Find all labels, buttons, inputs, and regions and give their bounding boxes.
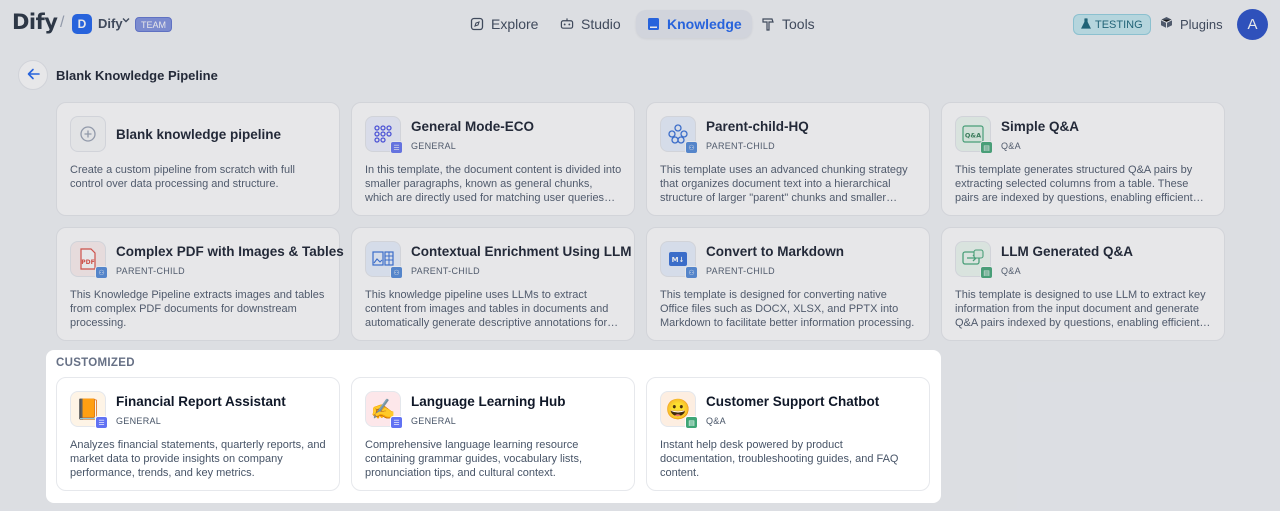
template-description: This template is designed for converting… [660, 289, 915, 329]
plus-circle-icon [70, 116, 106, 152]
plugins-button[interactable]: Plugins [1160, 16, 1223, 32]
template-chunk-type: GENERAL [411, 416, 457, 426]
qa-mode-icon: ▤ [980, 141, 993, 154]
svg-text:Q&A: Q&A [965, 132, 981, 140]
template-card-parent-child-hq[interactable]: ⚇ Parent-child-HQ PARENT-CHILD This temp… [646, 102, 930, 216]
nav-explore-label: Explore [491, 16, 539, 32]
template-card-blank[interactable]: Blank knowledge pipeline Create a custom… [56, 102, 340, 216]
template-description: Analyzes financial statements, quarterly… [70, 439, 326, 479]
template-card-simple-qa[interactable]: Q&A ▤ Simple Q&A Q&A This template gener… [941, 102, 1225, 216]
customized-section-label: CUSTOMIZED [56, 357, 135, 369]
template-title: Customer Support Chatbot [706, 394, 880, 409]
dify-logo[interactable]: Dify [12, 10, 58, 34]
template-title: Convert to Markdown [706, 244, 845, 259]
template-chunk-type: GENERAL [411, 141, 457, 151]
template-title: Simple Q&A [1001, 119, 1080, 134]
back-button[interactable] [18, 60, 48, 90]
template-chunk-type: PARENT-CHILD [706, 141, 775, 151]
customized-card-financial-report[interactable]: 📙 ☰ Financial Report Assistant GENERAL A… [56, 377, 340, 491]
template-chunk-type: Q&A [706, 416, 726, 426]
template-card-llm-generated-qa[interactable]: ▤ LLM Generated Q&A Q&A This template is… [941, 227, 1225, 341]
nav-studio[interactable]: Studio [550, 10, 631, 38]
template-title: Language Learning Hub [411, 394, 566, 409]
general-mode-icon: ☰ [390, 416, 403, 429]
nav-studio-label: Studio [581, 16, 621, 32]
template-title: Parent-child-HQ [706, 119, 809, 134]
breadcrumb-separator: / [60, 14, 65, 31]
svg-text:PDF: PDF [81, 259, 94, 266]
arrow-left-icon [27, 67, 40, 84]
general-mode-icon: ☰ [95, 416, 108, 429]
template-description: This knowledge pipeline uses LLMs to ext… [365, 289, 609, 329]
customized-card-customer-support[interactable]: 😀 ▤ Customer Support Chatbot Q&A Instant… [646, 377, 930, 491]
template-card-contextual-enrichment[interactable]: ⚇ Contextual Enrichment Using LLM PARENT… [351, 227, 635, 341]
environment-badge-label: TESTING [1095, 18, 1143, 31]
user-avatar[interactable]: A [1237, 9, 1268, 40]
workspace-avatar[interactable]: D [72, 14, 92, 34]
template-description: In this template, the document content i… [365, 164, 622, 204]
environment-badge: TESTING [1073, 14, 1151, 35]
template-description: This template generates structured Q&A p… [955, 164, 1193, 204]
top-nav-bar: Dify / D Dify TEAM Explore Studio Knowle… [0, 0, 1280, 49]
parent-child-mode-icon: ⚇ [390, 266, 403, 279]
template-description: This template uses an advanced chunking … [660, 164, 908, 204]
parent-child-mode-icon: ⚇ [95, 266, 108, 279]
template-description: Create a custom pipeline from scratch wi… [70, 164, 295, 190]
template-description: Comprehensive language learning resource… [365, 439, 583, 479]
template-chunk-type: PARENT-CHILD [411, 266, 480, 276]
template-title: Complex PDF with Images & Tables [116, 244, 344, 259]
template-card-complex-pdf[interactable]: PDF ⚇ Complex PDF with Images & Tables P… [56, 227, 344, 341]
template-title: Financial Report Assistant [116, 394, 286, 409]
template-chunk-type: PARENT-CHILD [706, 266, 775, 276]
nav-tools[interactable]: Tools [751, 10, 825, 38]
template-card-general-eco[interactable]: ☰ General Mode-ECO GENERAL In this templ… [351, 102, 635, 216]
template-card-convert-markdown[interactable]: M↓ ⚇ Convert to Markdown PARENT-CHILD Th… [646, 227, 930, 341]
template-chunk-type: Q&A [1001, 266, 1021, 276]
robot-icon [560, 17, 574, 31]
plugins-label: Plugins [1180, 16, 1223, 32]
team-badge: TEAM [135, 17, 173, 32]
hammer-icon [761, 17, 775, 31]
template-description: This template is designed to use LLM to … [955, 289, 1206, 329]
nav-tools-label: Tools [782, 16, 815, 32]
general-mode-icon: ☰ [390, 141, 403, 154]
cube-icon [1160, 16, 1173, 32]
template-chunk-type: Q&A [1001, 141, 1021, 151]
template-title: Contextual Enrichment Using LLM [411, 244, 632, 259]
flask-icon [1081, 17, 1091, 32]
template-title: Blank knowledge pipeline [116, 127, 282, 142]
workspace-name[interactable]: Dify [98, 16, 123, 31]
parent-child-mode-icon: ⚇ [685, 266, 698, 279]
nav-knowledge[interactable]: Knowledge [636, 10, 752, 38]
qa-mode-icon: ▤ [685, 416, 698, 429]
book-icon [646, 17, 660, 31]
nav-knowledge-label: Knowledge [667, 16, 742, 32]
customized-section: CUSTOMIZED 📙 ☰ Financial Report Assistan… [46, 350, 941, 503]
svg-text:M↓: M↓ [672, 256, 685, 264]
template-title: General Mode-ECO [411, 119, 535, 134]
customized-card-language-learning[interactable]: ✍️ ☰ Language Learning Hub GENERAL Compr… [351, 377, 635, 491]
qa-mode-icon: ▤ [980, 266, 993, 279]
parent-child-mode-icon: ⚇ [685, 141, 698, 154]
template-title: LLM Generated Q&A [1001, 244, 1134, 259]
template-chunk-type: GENERAL [116, 416, 162, 426]
template-description: Instant help desk powered by product doc… [660, 439, 899, 479]
chevron-down-icon[interactable] [121, 15, 131, 28]
template-chunk-type: PARENT-CHILD [116, 266, 185, 276]
compass-icon [470, 17, 484, 31]
nav-explore[interactable]: Explore [460, 10, 548, 38]
page-title: Blank Knowledge Pipeline [56, 68, 218, 83]
template-description: This Knowledge Pipeline extracts images … [70, 289, 325, 329]
